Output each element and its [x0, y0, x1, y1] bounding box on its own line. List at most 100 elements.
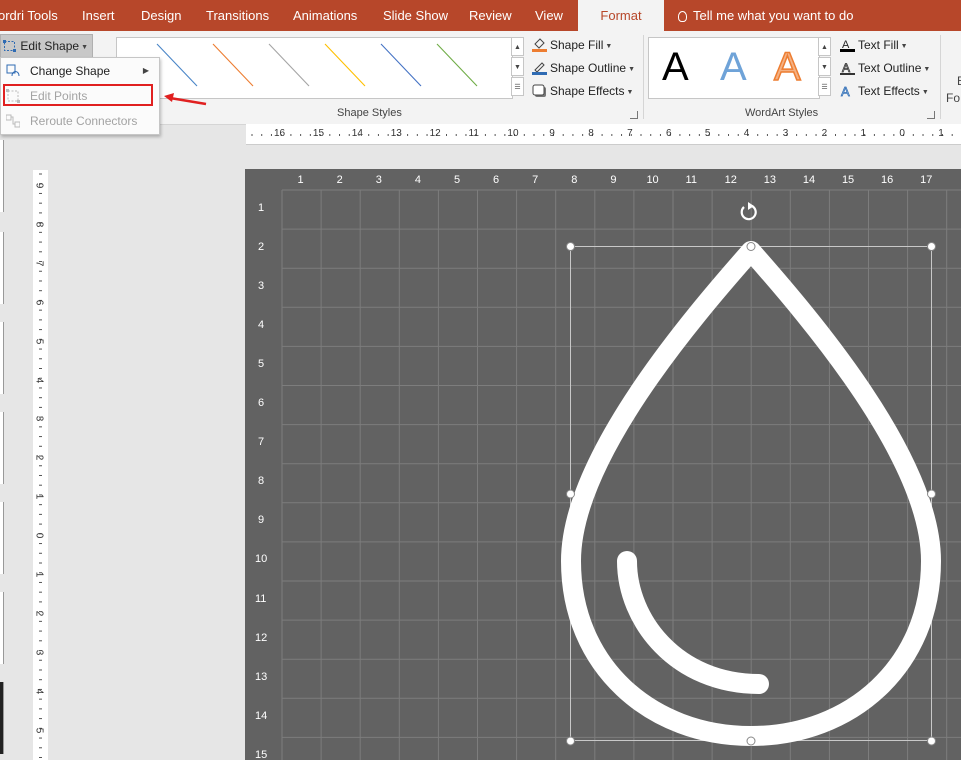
svg-text:A: A: [842, 61, 850, 75]
wordart-scroll-up[interactable]: ▲: [818, 37, 831, 56]
tell-me-search[interactable]: Tell me what you want to do: [678, 0, 853, 31]
ruler-number: 6: [666, 128, 672, 139]
resize-handles[interactable]: [566, 242, 936, 746]
ruler-number: 1: [33, 571, 45, 578]
shape-style-line[interactable]: [324, 43, 366, 87]
wordart-style-blue[interactable]: A: [720, 42, 747, 92]
ribbon-separator: [643, 35, 644, 119]
gallery-scroll-up[interactable]: ▲: [511, 37, 524, 56]
ruler-number: 0: [33, 532, 45, 539]
shape-effects-button[interactable]: Shape Effects ▼: [532, 81, 633, 101]
tab-slide-show[interactable]: Slide Show: [383, 0, 448, 31]
edit-shape-menu: Change Shape ▶ Edit Points Reroute Conne…: [0, 57, 160, 135]
ruler-number: 5: [33, 338, 45, 344]
text-outline-icon: A: [840, 61, 855, 75]
edit-shape-button[interactable]: Edit Shape ▼: [0, 34, 93, 58]
wordart-style-orange[interactable]: A: [773, 42, 801, 92]
slide-thumbnail-strip[interactable]: [0, 124, 24, 760]
tab-view[interactable]: View: [535, 0, 563, 31]
horizontal-ruler[interactable]: 16 15 14 13 12 11 10 9 8 7 6 5 4 3 2 1 0 1: [246, 124, 961, 145]
ruler-number: 3: [782, 128, 789, 139]
highlight-box: [3, 84, 153, 106]
ruler-number: 3: [33, 649, 45, 656]
tab-insert[interactable]: Insert: [82, 0, 115, 31]
text-fill-button[interactable]: A Text Fill ▼: [840, 35, 908, 55]
ruler-number: 1: [938, 128, 944, 139]
ruler-number: 5: [33, 727, 45, 733]
selection-bounding-box: [570, 246, 932, 741]
chevron-down-icon: ▼: [605, 43, 613, 50]
ruler-number: 8: [588, 128, 594, 139]
slide-thumbnail[interactable]: [0, 502, 4, 574]
text-effects-button[interactable]: A Text Effects ▼: [840, 81, 929, 101]
pencil-icon: [532, 62, 547, 75]
shape-fill-button[interactable]: Shape Fill ▼: [532, 35, 612, 55]
chevron-down-icon: ▼: [628, 66, 635, 73]
chevron-down-icon: ▼: [626, 89, 634, 96]
wordart-styles-dialog-launcher[interactable]: [927, 111, 935, 119]
shape-outline-button[interactable]: Shape Outline ▼: [532, 58, 635, 78]
ruler-number: 3: [33, 416, 45, 422]
rotate-handle-icon[interactable]: [740, 202, 757, 221]
slide-thumbnail[interactable]: [0, 232, 4, 304]
shape-style-line[interactable]: [156, 43, 198, 87]
ruler-number: 1: [860, 128, 867, 139]
shape-styles-dialog-launcher[interactable]: [630, 111, 638, 119]
chevron-down-icon: ▼: [923, 66, 931, 73]
ruler-number: 7: [627, 128, 633, 139]
cut-off-group-label-2: Fo: [946, 91, 961, 105]
selected-shape[interactable]: [245, 169, 961, 760]
shape-style-line[interactable]: [212, 43, 254, 87]
slide-thumbnail[interactable]: [0, 322, 4, 394]
ruler-number: 2: [33, 455, 45, 461]
vertical-ruler[interactable]: 9 8 7 6 5 4 3 2 1 0 1 2 3 4 5: [33, 170, 48, 760]
tab-drawing-tools[interactable]: ordri Tools: [0, 0, 58, 31]
ruler-number: 2: [33, 610, 45, 617]
tab-design[interactable]: Design: [141, 0, 181, 31]
shape-fill-label: Shape Fill: [550, 38, 604, 52]
reroute-connectors-icon: [6, 114, 20, 128]
wordart-styles-gallery[interactable]: A A A: [648, 37, 820, 99]
ruler-number: 9: [33, 182, 45, 189]
text-effects-label: Text Effects: [858, 84, 920, 98]
edit-shape-icon: [3, 40, 16, 52]
slide-thumbnail[interactable]: [0, 412, 4, 484]
menu-item-label: Change Shape: [30, 64, 111, 78]
ruler-number: 2: [821, 128, 828, 139]
ruler-number: 16: [274, 128, 286, 139]
slide-thumbnail[interactable]: [0, 592, 4, 664]
ruler-number: 10: [507, 128, 519, 139]
tell-me-text: Tell me what you want to do: [693, 8, 854, 23]
tab-review[interactable]: Review: [469, 0, 512, 31]
ruler-number: 4: [743, 128, 750, 139]
shape-style-line[interactable]: [380, 43, 422, 87]
ruler-number: 13: [390, 128, 402, 139]
wordart-styles-group-label: WordArt Styles: [745, 107, 819, 119]
shape-style-line[interactable]: [268, 43, 310, 87]
slide-canvas[interactable]: 1 2 3 4 5 6 7 8 9 10 11 12 13 14 15 16 17 1 2 3 4 5 6 7 8 9 10 11 1…: [245, 169, 961, 760]
tab-transitions[interactable]: Transitions: [206, 0, 269, 31]
text-effects-icon: A: [841, 84, 851, 98]
wordart-more[interactable]: ☰: [818, 77, 831, 96]
text-fill-label: Text Fill: [858, 38, 899, 52]
ruler-number: 4: [33, 688, 45, 694]
ruler-number: 9: [549, 128, 555, 139]
shape-style-line[interactable]: [436, 43, 478, 87]
tab-animations[interactable]: Animations: [293, 0, 357, 31]
shape-outline-label: Shape Outline: [550, 61, 627, 75]
wordart-scroll-down[interactable]: ▼: [818, 57, 831, 76]
menu-item-reroute-connectors[interactable]: Reroute Connectors: [1, 109, 157, 133]
ruler-number: 12: [429, 128, 441, 139]
menu-item-change-shape[interactable]: Change Shape ▶: [1, 59, 157, 83]
text-outline-button[interactable]: A Text Outline ▼: [840, 58, 930, 78]
ruler-number: 5: [704, 128, 711, 139]
slide-thumbnail[interactable]: [0, 140, 4, 212]
ribbon-tab-bar: ordri Tools Insert Design Transitions An…: [0, 0, 961, 31]
tab-format[interactable]: Format: [578, 0, 664, 31]
wordart-style-black[interactable]: A: [662, 42, 689, 92]
gallery-more[interactable]: ☰: [511, 77, 524, 96]
gallery-scroll-down[interactable]: ▼: [511, 57, 524, 76]
slide-thumbnail[interactable]: [0, 682, 4, 754]
shape-effects-label: Shape Effects: [550, 84, 625, 98]
edit-shape-label: Edit Shape: [20, 39, 80, 53]
